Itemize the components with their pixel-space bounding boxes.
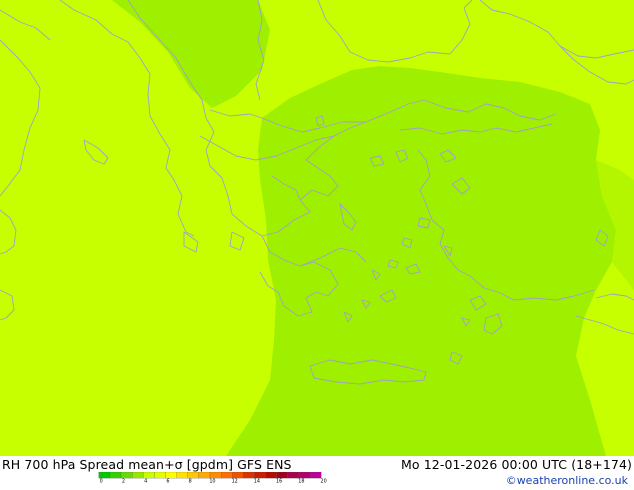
map-title-bar: RH 700 hPa Spread mean+σ [gpdm] GFS ENS …	[0, 456, 634, 472]
color-scale-label: 14	[254, 479, 260, 483]
color-scale-cell	[220, 472, 233, 479]
legend-bar: 0 2 4 6 8 10 12 14 16 18 20 ©weatheronline.co.uk	[0, 472, 634, 490]
valid-time: Mo 12-01-2026 00:00 UTC (18+174)	[401, 457, 632, 472]
color-scale-cell	[243, 472, 255, 479]
color-scale-cell	[209, 472, 222, 479]
color-scale-cell	[132, 472, 144, 479]
color-scale-cell	[165, 472, 177, 479]
weather-map-screenshot: RH 700 hPa Spread mean+σ [gpdm] GFS ENS …	[0, 0, 634, 490]
color-scale-cell	[265, 472, 277, 479]
color-scale-label: 18	[298, 479, 304, 483]
color-scale: 0 2 4 6 8 10 12 14 16 18 20	[98, 472, 327, 483]
color-scale-cell	[298, 472, 311, 479]
color-scale-cell	[143, 472, 155, 479]
color-scale-cell	[120, 472, 133, 479]
color-scale-cell	[254, 472, 266, 479]
color-scale-cell	[154, 472, 166, 479]
color-scale-label: 0	[100, 479, 103, 483]
color-scale-cell	[309, 472, 322, 479]
spread-map	[0, 0, 634, 456]
color-scale-label: 8	[189, 479, 192, 483]
color-scale-cell	[98, 472, 111, 479]
color-scale-cell	[176, 472, 188, 479]
color-scale-label: 2	[122, 479, 125, 483]
color-scale-cell	[198, 472, 211, 479]
color-scale-label: 20	[321, 479, 327, 483]
color-scale-label: 10	[209, 479, 215, 483]
color-scale-label: 12	[232, 479, 238, 483]
color-scale-label: 16	[276, 479, 282, 483]
color-scale-cell	[276, 472, 288, 479]
color-scale-label: 4	[144, 479, 147, 483]
spread-zone-aegean	[226, 66, 616, 456]
color-scale-cell	[187, 472, 200, 479]
map-title: RH 700 hPa Spread mean+σ [gpdm] GFS ENS	[2, 457, 292, 472]
color-scale-cell	[232, 472, 244, 479]
credit-link[interactable]: ©weatheronline.co.uk	[506, 474, 628, 487]
color-scale-cell	[287, 472, 300, 479]
color-scale-label: 6	[166, 479, 169, 483]
color-scale-cell	[109, 472, 122, 479]
